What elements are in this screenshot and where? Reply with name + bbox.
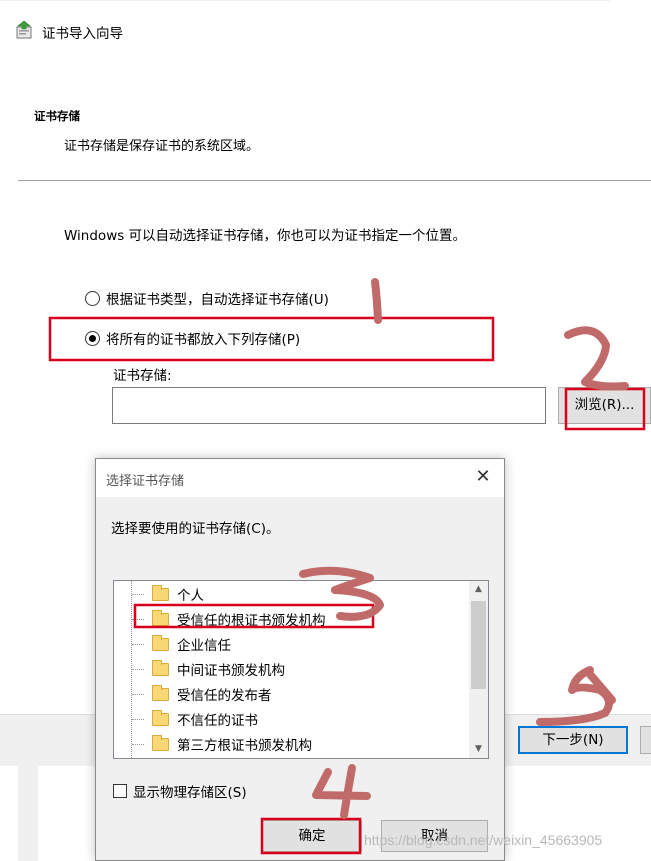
tree-item-enterprise-trust[interactable]: 企业信任 (132, 634, 231, 654)
section-title: 证书存储 (34, 109, 80, 123)
intro-text: Windows 可以自动选择证书存储，你也可以为证书指定一个位置。 (64, 228, 467, 244)
wizard-cancel-button[interactable] (640, 726, 651, 754)
radio-button[interactable] (85, 290, 100, 306)
wizard-title-bar: 证书导入向导 (0, 0, 651, 56)
tree-branch (132, 643, 144, 645)
scroll-thumb[interactable] (471, 601, 486, 689)
tree-branch (132, 593, 144, 595)
wizard-title: 证书导入向导 (42, 26, 123, 42)
watermark: https://blog.csdn.net/weixin_45663905 (364, 832, 603, 848)
tree-item-trusted-publishers[interactable]: 受信任的发布者 (132, 684, 272, 704)
select-store-dialog: 选择证书存储 ✕ 选择要使用的证书存储(C)。 个人 受信任的根证书颁发机构 企… (95, 458, 505, 861)
tree-branch (132, 693, 144, 695)
dialog-title: 选择证书存储 (106, 474, 185, 489)
tree-item-label: 中间证书颁发机构 (177, 663, 285, 679)
tree-item-personal[interactable]: 个人 (132, 584, 204, 604)
tree-item-label: 企业信任 (177, 638, 231, 654)
radio-auto-label: 根据证书类型，自动选择证书存储(U) (106, 292, 329, 308)
tree-branch (132, 718, 144, 720)
title-separator (0, 0, 610, 1)
folder-icon (152, 659, 169, 676)
radio-button-checked[interactable] (85, 330, 100, 346)
folder-icon (152, 584, 169, 601)
tree-item-label: 受信任的根证书颁发机构 (177, 613, 326, 629)
checkbox[interactable] (113, 784, 127, 798)
tree-item-label: 第三方根证书颁发机构 (177, 738, 312, 754)
store-input[interactable] (112, 387, 546, 424)
tree-item-label: 个人 (177, 588, 204, 604)
tree-branch (132, 618, 144, 620)
scroll-up-icon[interactable]: ▲ (469, 581, 488, 598)
dialog-title-bar: 选择证书存储 ✕ (96, 459, 504, 497)
radio-auto-select[interactable]: 根据证书类型，自动选择证书存储(U) (85, 288, 329, 308)
tree-item-intermediate[interactable]: 中间证书颁发机构 (132, 659, 285, 679)
ok-button[interactable]: 确定 (262, 820, 362, 852)
certificate-wizard-icon (16, 20, 32, 39)
tree-item-trusted-root[interactable]: 受信任的根证书颁发机构 (132, 609, 326, 629)
close-icon[interactable]: ✕ (472, 466, 494, 488)
next-button[interactable]: 下一步(N) (518, 726, 628, 754)
folder-icon (152, 684, 169, 701)
tree-scrollbar[interactable]: ▲ ▼ (469, 581, 488, 758)
tree-branch (132, 743, 144, 745)
folder-icon (152, 634, 169, 651)
header-divider (18, 180, 651, 181)
store-tree[interactable]: 个人 受信任的根证书颁发机构 企业信任 中间证书颁发机构 受信任的发布者 不信任… (113, 580, 489, 759)
store-label: 证书存储: (113, 368, 172, 384)
folder-icon (152, 709, 169, 726)
radio-manual-label: 将所有的证书都放入下列存储(P) (106, 332, 301, 348)
folder-icon (152, 734, 169, 751)
show-physical-stores[interactable]: 显示物理存储区(S) (113, 781, 247, 801)
tree-item-untrusted[interactable]: 不信任的证书 (132, 709, 258, 729)
browse-button[interactable]: 浏览(R)... (558, 387, 651, 424)
scroll-down-icon[interactable]: ▼ (469, 741, 488, 758)
tree-branch (132, 668, 144, 670)
radio-manual-store[interactable]: 将所有的证书都放入下列存储(P) (85, 328, 300, 348)
lower-strip (18, 766, 38, 861)
tree-item-label: 受信任的发布者 (177, 688, 272, 704)
folder-icon (152, 609, 169, 626)
section-description: 证书存储是保存证书的系统区域。 (64, 139, 260, 154)
tree-item-third-party-root[interactable]: 第三方根证书颁发机构 (132, 734, 312, 754)
tree-item-label: 不信任的证书 (177, 713, 258, 729)
dialog-prompt: 选择要使用的证书存储(C)。 (111, 521, 280, 537)
show-physical-label: 显示物理存储区(S) (133, 785, 247, 801)
